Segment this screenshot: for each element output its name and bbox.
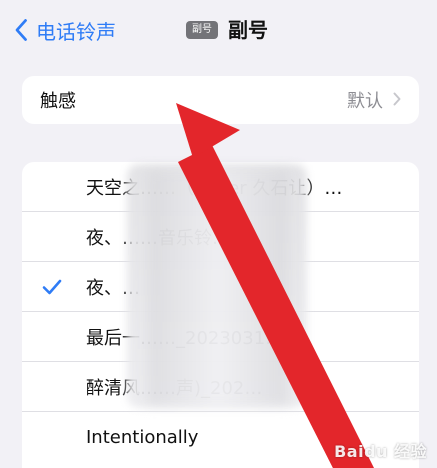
haptics-value-group: 默认 xyxy=(347,87,401,113)
chevron-right-icon xyxy=(393,90,401,111)
ringtone-label: Intentionally xyxy=(86,426,199,448)
ringtone-label: 夜、……音乐铃… xyxy=(86,227,230,249)
ringtone-row[interactable]: 最后一……_2023031… xyxy=(22,312,419,362)
ringtone-label: 最后一……_2023031… xyxy=(86,327,284,349)
ringtone-row[interactable]: Intentionally xyxy=(22,412,419,462)
page-title-group: 副号 副号 xyxy=(186,18,268,42)
ringtone-list: 天空之……（Cover 久石让）… 夜、……音乐铃… 夜、… 最后一……_202… xyxy=(22,162,419,468)
sim-badge: 副号 xyxy=(186,21,218,39)
ringtone-row[interactable]: 夜、……音乐铃… xyxy=(22,212,419,262)
haptics-value: 默认 xyxy=(347,91,383,112)
navigation-bar: 电话铃声 副号 副号 xyxy=(0,0,437,60)
ringtone-row[interactable]: 夜、… xyxy=(22,262,419,312)
checkmark-icon xyxy=(42,278,62,296)
ringtone-label: 醉清风……声)_202… xyxy=(86,377,263,399)
ringtone-label: 天空之……（Cover 久石让）… xyxy=(86,177,343,199)
chevron-left-icon xyxy=(14,18,28,42)
ringtone-label: 夜、… xyxy=(86,277,140,299)
haptics-row[interactable]: 触感 默认 xyxy=(22,76,419,124)
ringtone-row[interactable]: 天空之……（Cover 久石让）… xyxy=(22,162,419,212)
back-label: 电话铃声 xyxy=(36,19,116,44)
ringtone-settings-screen: 电话铃声 副号 副号 触感 默认 天空之……（Cover 久石让）… 夜、……音… xyxy=(0,0,437,468)
page-title: 副号 xyxy=(228,18,268,42)
back-button[interactable]: 电话铃声 xyxy=(14,14,116,46)
haptics-label: 触感 xyxy=(40,91,76,112)
ringtone-row[interactable]: 醉清风……声)_202… xyxy=(22,362,419,412)
